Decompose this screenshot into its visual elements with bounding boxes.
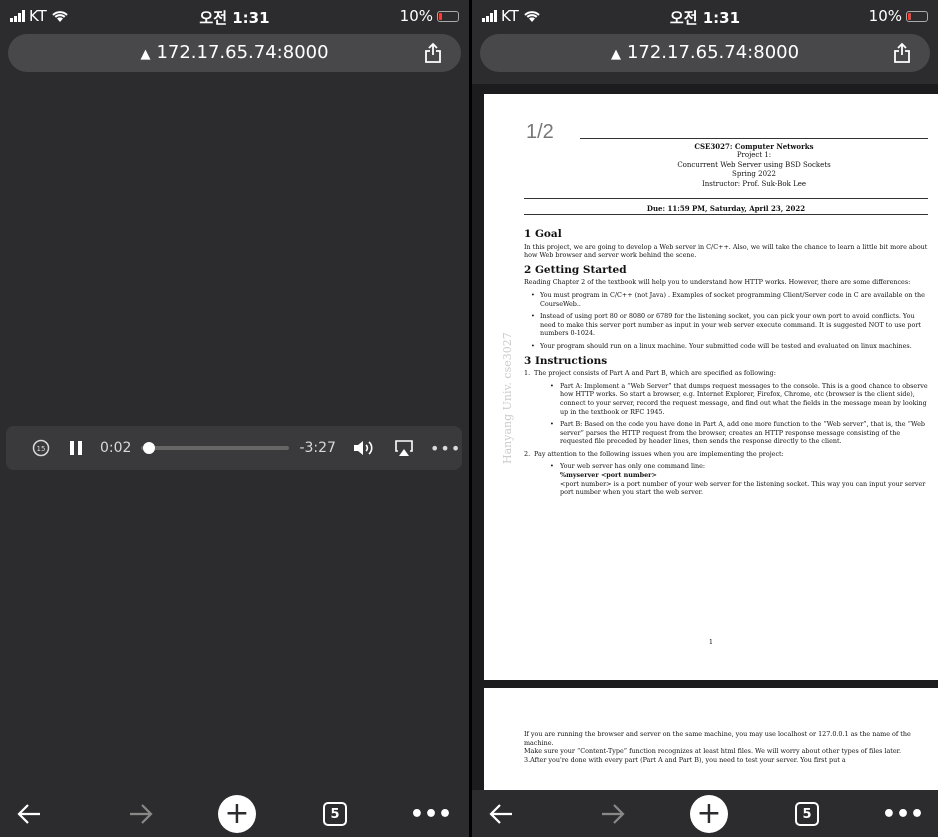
- status-time: 오전 1:31: [199, 9, 270, 27]
- list-item: Instead of using port 80 or 8080 or 6789…: [524, 312, 928, 338]
- battery-icon: [906, 10, 928, 22]
- menu-button[interactable]: •••: [409, 796, 453, 832]
- progress-knob[interactable]: [142, 442, 155, 454]
- section-heading: 2 Getting Started: [524, 263, 627, 276]
- back-arrow-icon: [17, 804, 40, 824]
- paragraph: Reading Chapter 2 of the textbook will h…: [524, 278, 911, 287]
- bottom-toolbar: + 5 •••: [472, 790, 938, 837]
- tabs-icon: 5: [323, 802, 347, 826]
- instructor: Instructor: Prof. Suk-Bok Lee: [701, 179, 807, 188]
- right-phone-screen: KT 오전 1:31 10% ▲ 172.17.65.74:8000 1/2 CS…: [472, 0, 938, 837]
- menu-button[interactable]: •••: [881, 796, 925, 832]
- new-tab-button[interactable]: +: [690, 795, 728, 833]
- paragraph: In this project, we are going to develop…: [524, 242, 928, 260]
- address-bar[interactable]: ▲ 172.17.65.74:8000: [480, 34, 930, 72]
- share-icon[interactable]: [892, 42, 912, 64]
- back-button[interactable]: [482, 796, 520, 832]
- term: Spring 2022: [732, 170, 776, 179]
- document-header: CSE3027: Computer Networks Project 1: Co…: [580, 142, 928, 189]
- page-number: 1: [708, 638, 714, 646]
- media-player-controls: 15 0:02 -3:27 •••: [6, 426, 462, 470]
- item-number: 1.: [524, 369, 531, 378]
- tabs-button[interactable]: 5: [316, 796, 354, 832]
- document-body: If you are running the browser and serve…: [524, 730, 928, 764]
- left-phone-screen: KT 오전 1:31 10% ▲ 172.17.65.74:8000 15 0:0…: [0, 0, 469, 837]
- course-title: CSE3027: Computer Networks: [694, 142, 814, 151]
- volume-icon[interactable]: [352, 439, 376, 457]
- address-bar[interactable]: ▲ 172.17.65.74:8000: [8, 34, 461, 72]
- pdf-page-1: 1/2 CSE3027: Computer Networks Project 1…: [484, 94, 938, 680]
- numbered-item: 2. Pay attention to the following issues …: [524, 450, 928, 459]
- item-text: Pay attention to the following issues wh…: [534, 449, 784, 458]
- battery-group: 10%: [869, 7, 928, 25]
- tab-count: 5: [330, 806, 340, 822]
- forward-button[interactable]: [594, 796, 632, 832]
- new-tab-button[interactable]: +: [218, 795, 256, 833]
- item-number: 2.: [524, 449, 531, 458]
- new-tab-icon: +: [218, 795, 256, 833]
- url-text[interactable]: 172.17.65.74:8000: [156, 42, 328, 63]
- page-indicator: 1/2: [526, 121, 554, 143]
- back-button[interactable]: [10, 796, 48, 832]
- due-date: Due: 11:59 PM, Saturday, April 23, 2022: [646, 204, 806, 213]
- share-icon[interactable]: [423, 42, 443, 64]
- new-tab-icon: +: [690, 795, 728, 833]
- more-icon: •••: [881, 801, 925, 827]
- pdf-viewer[interactable]: 1/2 CSE3027: Computer Networks Project 1…: [472, 84, 938, 790]
- battery-percent: 10%: [868, 7, 902, 25]
- status-bar: KT 오전 1:31 10%: [472, 0, 938, 34]
- skip-label: 15: [37, 445, 46, 453]
- document-body: 1 Goal In this project, we are going to …: [524, 224, 928, 501]
- bottom-toolbar: + 5 •••: [0, 790, 469, 837]
- list-item: You must program in C/C++ (not Java) . E…: [524, 291, 928, 308]
- progress-slider[interactable]: [141, 442, 290, 454]
- battery-group: 10%: [400, 7, 459, 25]
- warning-icon: ▲: [140, 47, 151, 62]
- list-item: Your web server has only one command lin…: [524, 462, 928, 496]
- list-item: Part A: Implement a “Web Server” that du…: [524, 382, 928, 416]
- project-subtitle: Concurrent Web Server using BSD Sockets: [677, 160, 831, 169]
- forward-arrow-icon: [602, 804, 625, 824]
- numbered-item: 1. The project consists of Part A and Par…: [524, 369, 928, 378]
- pause-icon[interactable]: [70, 441, 82, 455]
- header-rule: [524, 214, 928, 215]
- project-number: Project 1:: [736, 151, 772, 160]
- command-intro: Your web server has only one command lin…: [560, 462, 706, 471]
- url-text[interactable]: 172.17.65.74:8000: [627, 42, 799, 63]
- forward-arrow-icon: [130, 804, 153, 824]
- back-arrow-icon: [489, 804, 512, 824]
- tab-count: 5: [802, 806, 812, 822]
- more-icon: •••: [409, 801, 453, 827]
- forward-button[interactable]: [122, 796, 160, 832]
- command-syntax: %myserver <port number>: [560, 471, 657, 480]
- warning-icon: ▲: [610, 47, 621, 62]
- tabs-button[interactable]: 5: [788, 796, 826, 832]
- header-rule: [580, 138, 928, 139]
- tabs-icon: 5: [795, 802, 819, 826]
- pdf-page-2: If you are running the browser and serve…: [484, 688, 938, 790]
- numbered-item: 3.After you're done with every part (Par…: [524, 756, 928, 765]
- item-text: After you're done with every part (Part …: [530, 755, 846, 764]
- command-description: <port number> is a port number of your w…: [560, 479, 926, 497]
- skip-back-15-icon[interactable]: 15: [32, 439, 50, 457]
- status-bar: KT 오전 1:31 10%: [0, 0, 469, 34]
- section-heading: 3 Instructions: [524, 354, 608, 367]
- remaining-time: -3:27: [299, 440, 336, 456]
- list-item: Part B: Based on the code you have done …: [524, 420, 928, 446]
- elapsed-time: 0:02: [100, 440, 132, 456]
- list-item: Make sure your “Content-Type” function r…: [524, 747, 902, 756]
- item-text: The project consists of Part A and Part …: [534, 369, 776, 378]
- more-icon[interactable]: •••: [430, 439, 461, 458]
- list-item: Your program should run on a linux machi…: [524, 342, 928, 351]
- list-item: If you are running the browser and serve…: [524, 730, 911, 747]
- video-content[interactable]: 15 0:02 -3:27 •••: [0, 84, 469, 790]
- watermark: Hanyang Univ. cse3027: [501, 332, 514, 464]
- header-rule: [524, 198, 928, 199]
- battery-percent: 10%: [399, 7, 433, 25]
- section-heading: 1 Goal: [524, 228, 562, 240]
- airplay-icon[interactable]: [394, 439, 414, 457]
- battery-icon: [437, 10, 459, 22]
